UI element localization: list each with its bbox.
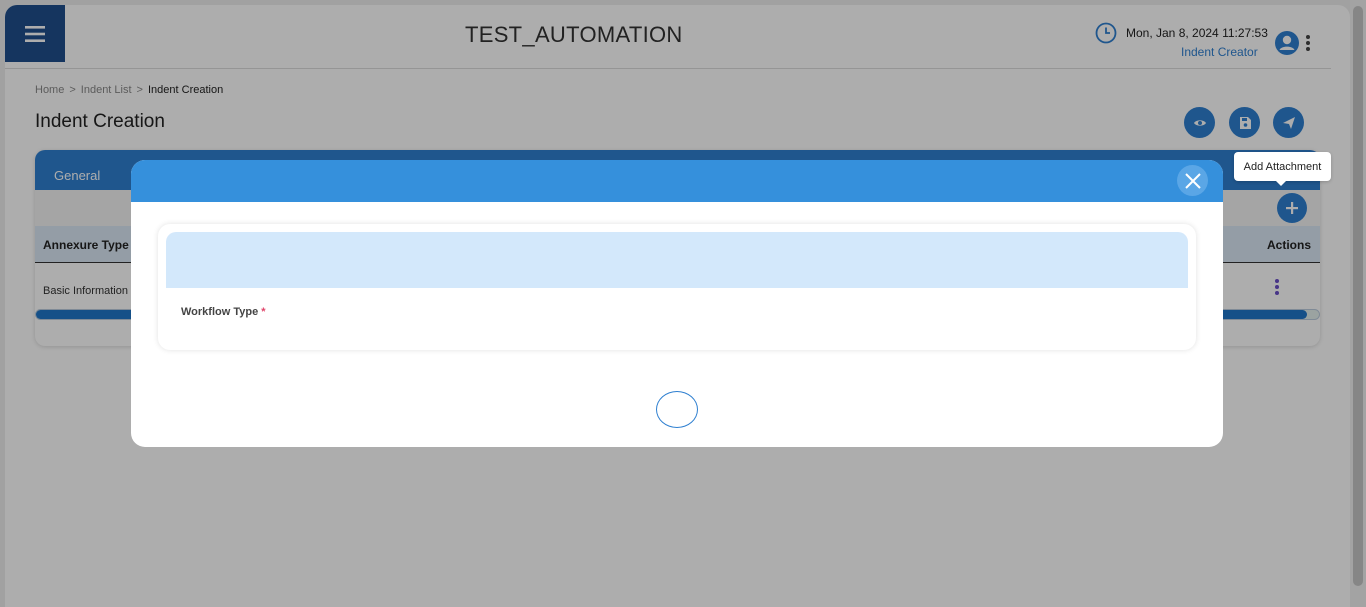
loading-spinner (656, 391, 698, 428)
add-attachment-tooltip: Add Attachment (1234, 152, 1331, 186)
workflow-type-label-text: Workflow Type (181, 306, 259, 318)
form-header-band (166, 232, 1188, 288)
modal-form-card: Workflow Type * (158, 224, 1196, 350)
modal-close-button[interactable] (1177, 165, 1208, 196)
workflow-type-label: Workflow Type * (181, 306, 266, 318)
workflow-modal: Workflow Type * (131, 160, 1223, 447)
modal-header (131, 160, 1223, 202)
required-marker: * (261, 306, 266, 318)
close-icon (1184, 172, 1201, 189)
